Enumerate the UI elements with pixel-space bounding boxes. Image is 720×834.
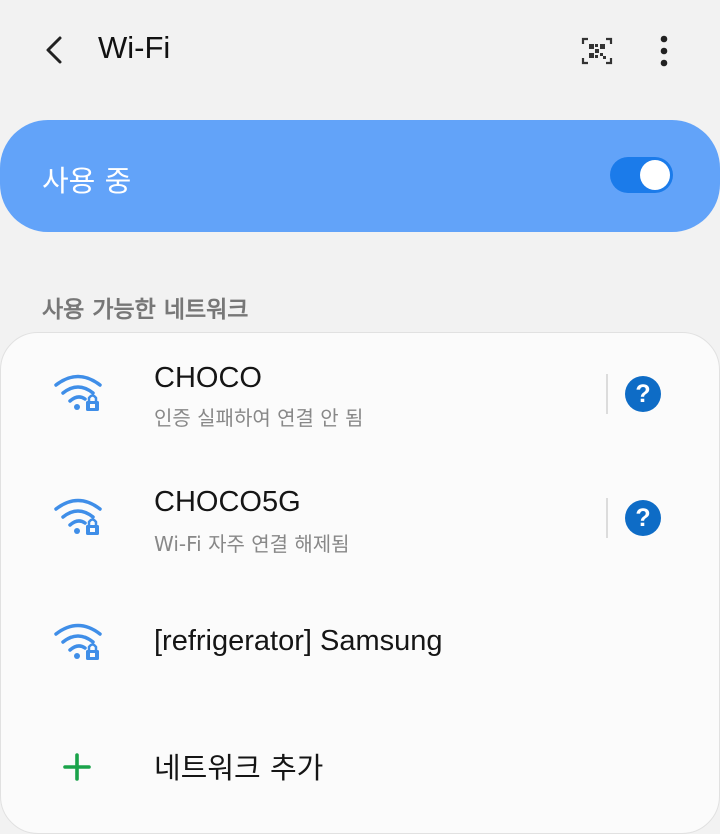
help-button[interactable]: ? <box>625 500 661 536</box>
network-status: 인증 실패하여 연결 안 됨 <box>154 406 364 430</box>
master-switch-label: 사용 중 <box>42 164 132 198</box>
network-status: Wi-Fi 자주 연결 해제됨 <box>154 532 350 556</box>
help-button[interactable]: ? <box>625 376 661 412</box>
wifi-lock-icon <box>54 498 102 535</box>
network-name: CHOCO5G <box>154 486 301 518</box>
add-network-label: 네트워크 추가 <box>154 751 324 785</box>
more-vertical-icon <box>660 35 668 67</box>
network-name: CHOCO <box>154 362 262 394</box>
network-row-choco[interactable]: CHOCO 인증 실패하여 연결 안 됨 ? <box>0 332 718 456</box>
section-title: 사용 가능한 네트워크 <box>42 297 249 323</box>
more-options-button[interactable] <box>652 32 676 70</box>
wifi-toggle[interactable] <box>610 157 673 193</box>
plus-icon <box>63 753 91 781</box>
back-button[interactable] <box>38 32 74 68</box>
qr-scan-button[interactable] <box>580 36 614 66</box>
wifi-lock-icon <box>54 623 102 660</box>
wifi-lock-icon <box>54 374 102 411</box>
chevron-left-icon <box>46 36 62 64</box>
page-title: Wi-Fi <box>98 30 171 65</box>
add-network-row[interactable] <box>0 704 718 828</box>
network-name: [refrigerator] Samsung <box>154 625 443 657</box>
toggle-knob <box>640 160 670 190</box>
network-row-choco5g[interactable]: CHOCO5G Wi-Fi 자주 연결 해제됨 ? <box>0 456 718 580</box>
app-bar: Wi-Fi <box>0 0 720 100</box>
divider <box>606 498 608 538</box>
network-row-refrigerator[interactable]: [refrigerator] Samsung <box>0 580 718 704</box>
divider <box>606 374 608 414</box>
qr-code-icon <box>581 37 613 65</box>
